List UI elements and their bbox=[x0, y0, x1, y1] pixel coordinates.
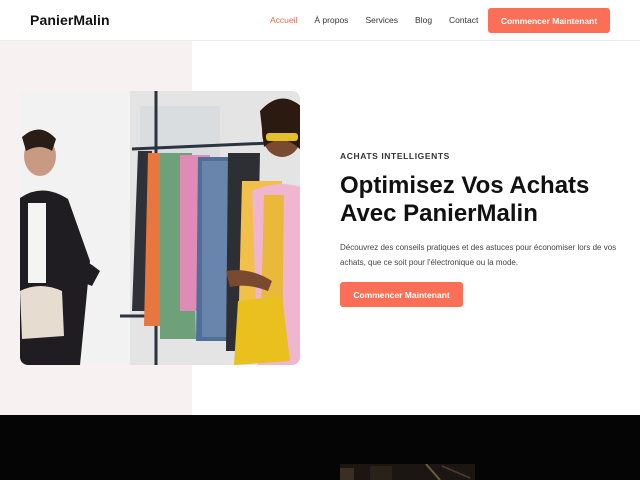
main-nav: Accueil À propos Services Blog Contact bbox=[270, 15, 495, 25]
dark-section-image bbox=[340, 464, 475, 480]
dark-section bbox=[0, 415, 640, 480]
hero-headline: Optimisez Vos Achats Avec PanierMalin bbox=[340, 172, 620, 228]
brand-logo[interactable]: PanierMalin bbox=[30, 12, 110, 28]
hero-image bbox=[20, 91, 300, 365]
hero-headline-line-1: Optimisez Vos Achats bbox=[340, 172, 590, 199]
hero-headline-line-2: Avec PanierMalin bbox=[340, 200, 538, 227]
nav-link-accueil[interactable]: Accueil bbox=[270, 15, 297, 25]
nav-link-blog[interactable]: Blog bbox=[415, 15, 432, 25]
clothes-rack-photo-icon bbox=[20, 91, 300, 365]
nav-link-services[interactable]: Services bbox=[365, 15, 398, 25]
hero-cta-button[interactable]: Commencer Maintenant bbox=[340, 282, 463, 307]
dark-photo-icon bbox=[340, 464, 475, 480]
nav-link-contact[interactable]: Contact bbox=[449, 15, 478, 25]
hero-kicker: ACHATS INTELLIGENTS bbox=[340, 151, 450, 161]
nav-link-a-propos[interactable]: À propos bbox=[314, 15, 348, 25]
header-cta-button[interactable]: Commencer Maintenant bbox=[488, 8, 610, 33]
hero-description: Découvrez des conseils pratiques et des … bbox=[340, 243, 617, 267]
site-header: PanierMalin Accueil À propos Services Bl… bbox=[0, 0, 640, 41]
